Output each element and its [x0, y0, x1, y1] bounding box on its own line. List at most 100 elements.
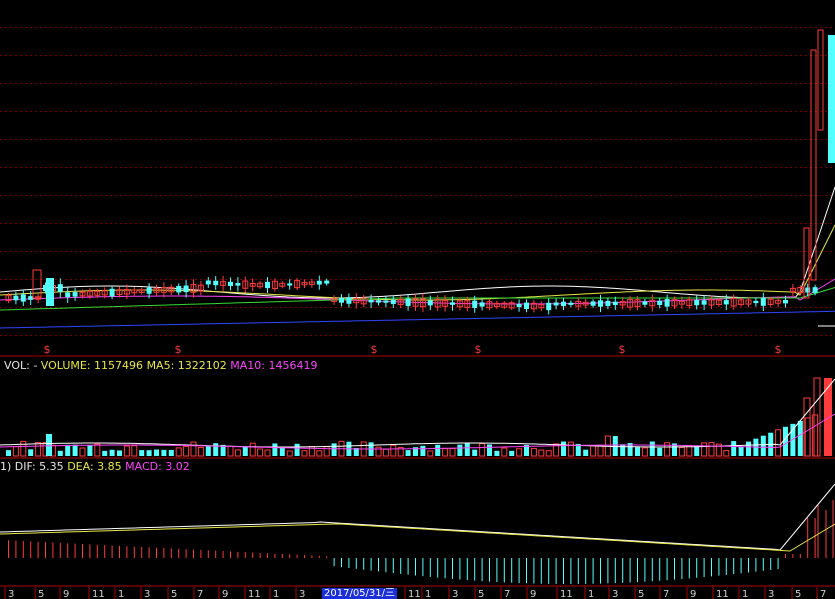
event-marker[interactable]: $ [475, 343, 482, 356]
stock-chart[interactable]: $ $ $ $ $ $ 3 5 9 11 1 3 5 7 9 11 1 3 11 1 3 5 7 9 11 1 3 5 7 9 11 1 3 5… [0, 0, 835, 599]
volume-bar-up [175, 447, 182, 457]
axis-tick-label: 11 [716, 589, 729, 599]
volume-bar-up [390, 444, 397, 457]
axis-tick-label: 1 [273, 589, 279, 599]
ma-line [0, 186, 835, 299]
candle-down [753, 300, 759, 304]
volume-bar-down [738, 446, 744, 456]
macd-histogram [8, 500, 834, 584]
candle-down [228, 281, 233, 287]
macd-dea: DEA: 3.85 [67, 460, 122, 473]
axis-tick-label: 9 [690, 589, 696, 599]
candle-down [346, 297, 352, 304]
volume-ma5: MA5: 1322102 [146, 359, 227, 372]
candle-down [20, 294, 26, 302]
volume-bar-down [435, 444, 441, 456]
volume-bar-up [804, 417, 811, 457]
axis-tick-label: 11 [408, 589, 421, 599]
volume-bar-down [649, 441, 655, 456]
candle-down [383, 300, 389, 303]
event-marker[interactable]: $ [775, 343, 782, 356]
volume-bar-up [567, 441, 574, 457]
volume-bar-down [464, 442, 470, 456]
volume-bar-down [102, 450, 108, 456]
axis-tick-label: 3 [452, 589, 458, 599]
event-marker[interactable]: $ [371, 343, 378, 356]
volume-bar-down [139, 450, 145, 456]
volume-bar-down [472, 449, 478, 456]
candle-down [339, 297, 344, 303]
candle-down [561, 301, 566, 307]
candle-down [642, 301, 648, 305]
axis-tick-label: 3 [144, 589, 150, 599]
volume-bar-up [12, 446, 19, 457]
volume-bar-down [331, 443, 337, 456]
candle-down [605, 300, 611, 307]
volume-bar-down [783, 426, 788, 456]
axis-tick-label: 1 [588, 589, 594, 599]
axis-tick-label: 1 [425, 589, 431, 599]
axis-tick-label: 7 [197, 589, 203, 599]
candle-down [694, 299, 700, 306]
volume-bar-down [583, 449, 589, 456]
axis-tick-label: 9 [530, 589, 536, 599]
volume-bar-down [65, 444, 71, 456]
axis-tick-label: 3 [8, 589, 14, 599]
volume-ma5-line [0, 378, 835, 448]
candle-up [803, 227, 810, 299]
candle-down [828, 35, 835, 163]
candlesticks[interactable] [5, 29, 835, 315]
volume-bar-down [72, 444, 78, 456]
volume-bar-up [530, 447, 537, 457]
macd-legend: 1) DIF: 5.35 DEA: 3.85 MACD: 3.02 [0, 460, 190, 473]
ma-line [0, 310, 835, 329]
axis-tick-label: 7 [663, 589, 669, 599]
volume-bar-down [146, 450, 152, 456]
volume-value: VOLUME: 1157496 [40, 359, 144, 372]
volume-bar-down [657, 447, 663, 456]
axis-tick-label: 7 [820, 589, 826, 599]
candle-down [390, 299, 396, 304]
volume-bar-up [479, 443, 486, 457]
candle-down [176, 285, 182, 293]
candle-down [760, 297, 766, 306]
candle-down [13, 295, 19, 301]
volume-bar-up [516, 448, 523, 457]
volume-bar-up [678, 447, 685, 457]
axis-tick-label: 3 [299, 589, 305, 599]
volume-bar-up [812, 414, 819, 457]
candle-down [783, 299, 788, 304]
candle-down [472, 300, 478, 308]
volume-bar-down [494, 450, 500, 456]
volume-bar-up [708, 442, 715, 457]
volume-bar-down [487, 444, 492, 456]
axis-tick-label: 3 [768, 589, 774, 599]
event-marker[interactable]: $ [175, 343, 182, 356]
volume-bar-down [213, 443, 219, 456]
volume-bar-down [635, 447, 640, 456]
volume-bar-down [28, 449, 34, 456]
candle-down [376, 300, 381, 303]
event-marker[interactable]: $ [619, 343, 626, 356]
candle-down [524, 302, 529, 310]
candle-down [65, 292, 71, 298]
candle-down [57, 284, 63, 292]
candle-down [368, 299, 374, 303]
volume-ma-lines [0, 378, 835, 450]
candle-down [479, 302, 485, 307]
volume-bar-down [168, 449, 174, 456]
candle-down [324, 280, 330, 284]
candle-down [546, 302, 552, 311]
candle-down [553, 302, 559, 306]
volume-bars [6, 377, 832, 457]
axis-tick-label: 5 [638, 589, 644, 599]
event-markers[interactable]: $ $ $ $ $ $ [44, 343, 782, 356]
axis-tick-label: 11 [560, 589, 573, 599]
volume-bar-up [641, 447, 648, 457]
event-marker[interactable]: $ [44, 343, 51, 356]
volume-bar-up [286, 450, 293, 457]
candle-down [146, 287, 152, 294]
volume-bar-up [775, 429, 782, 457]
candle-down [812, 287, 818, 293]
volume-bar-down [760, 435, 766, 456]
